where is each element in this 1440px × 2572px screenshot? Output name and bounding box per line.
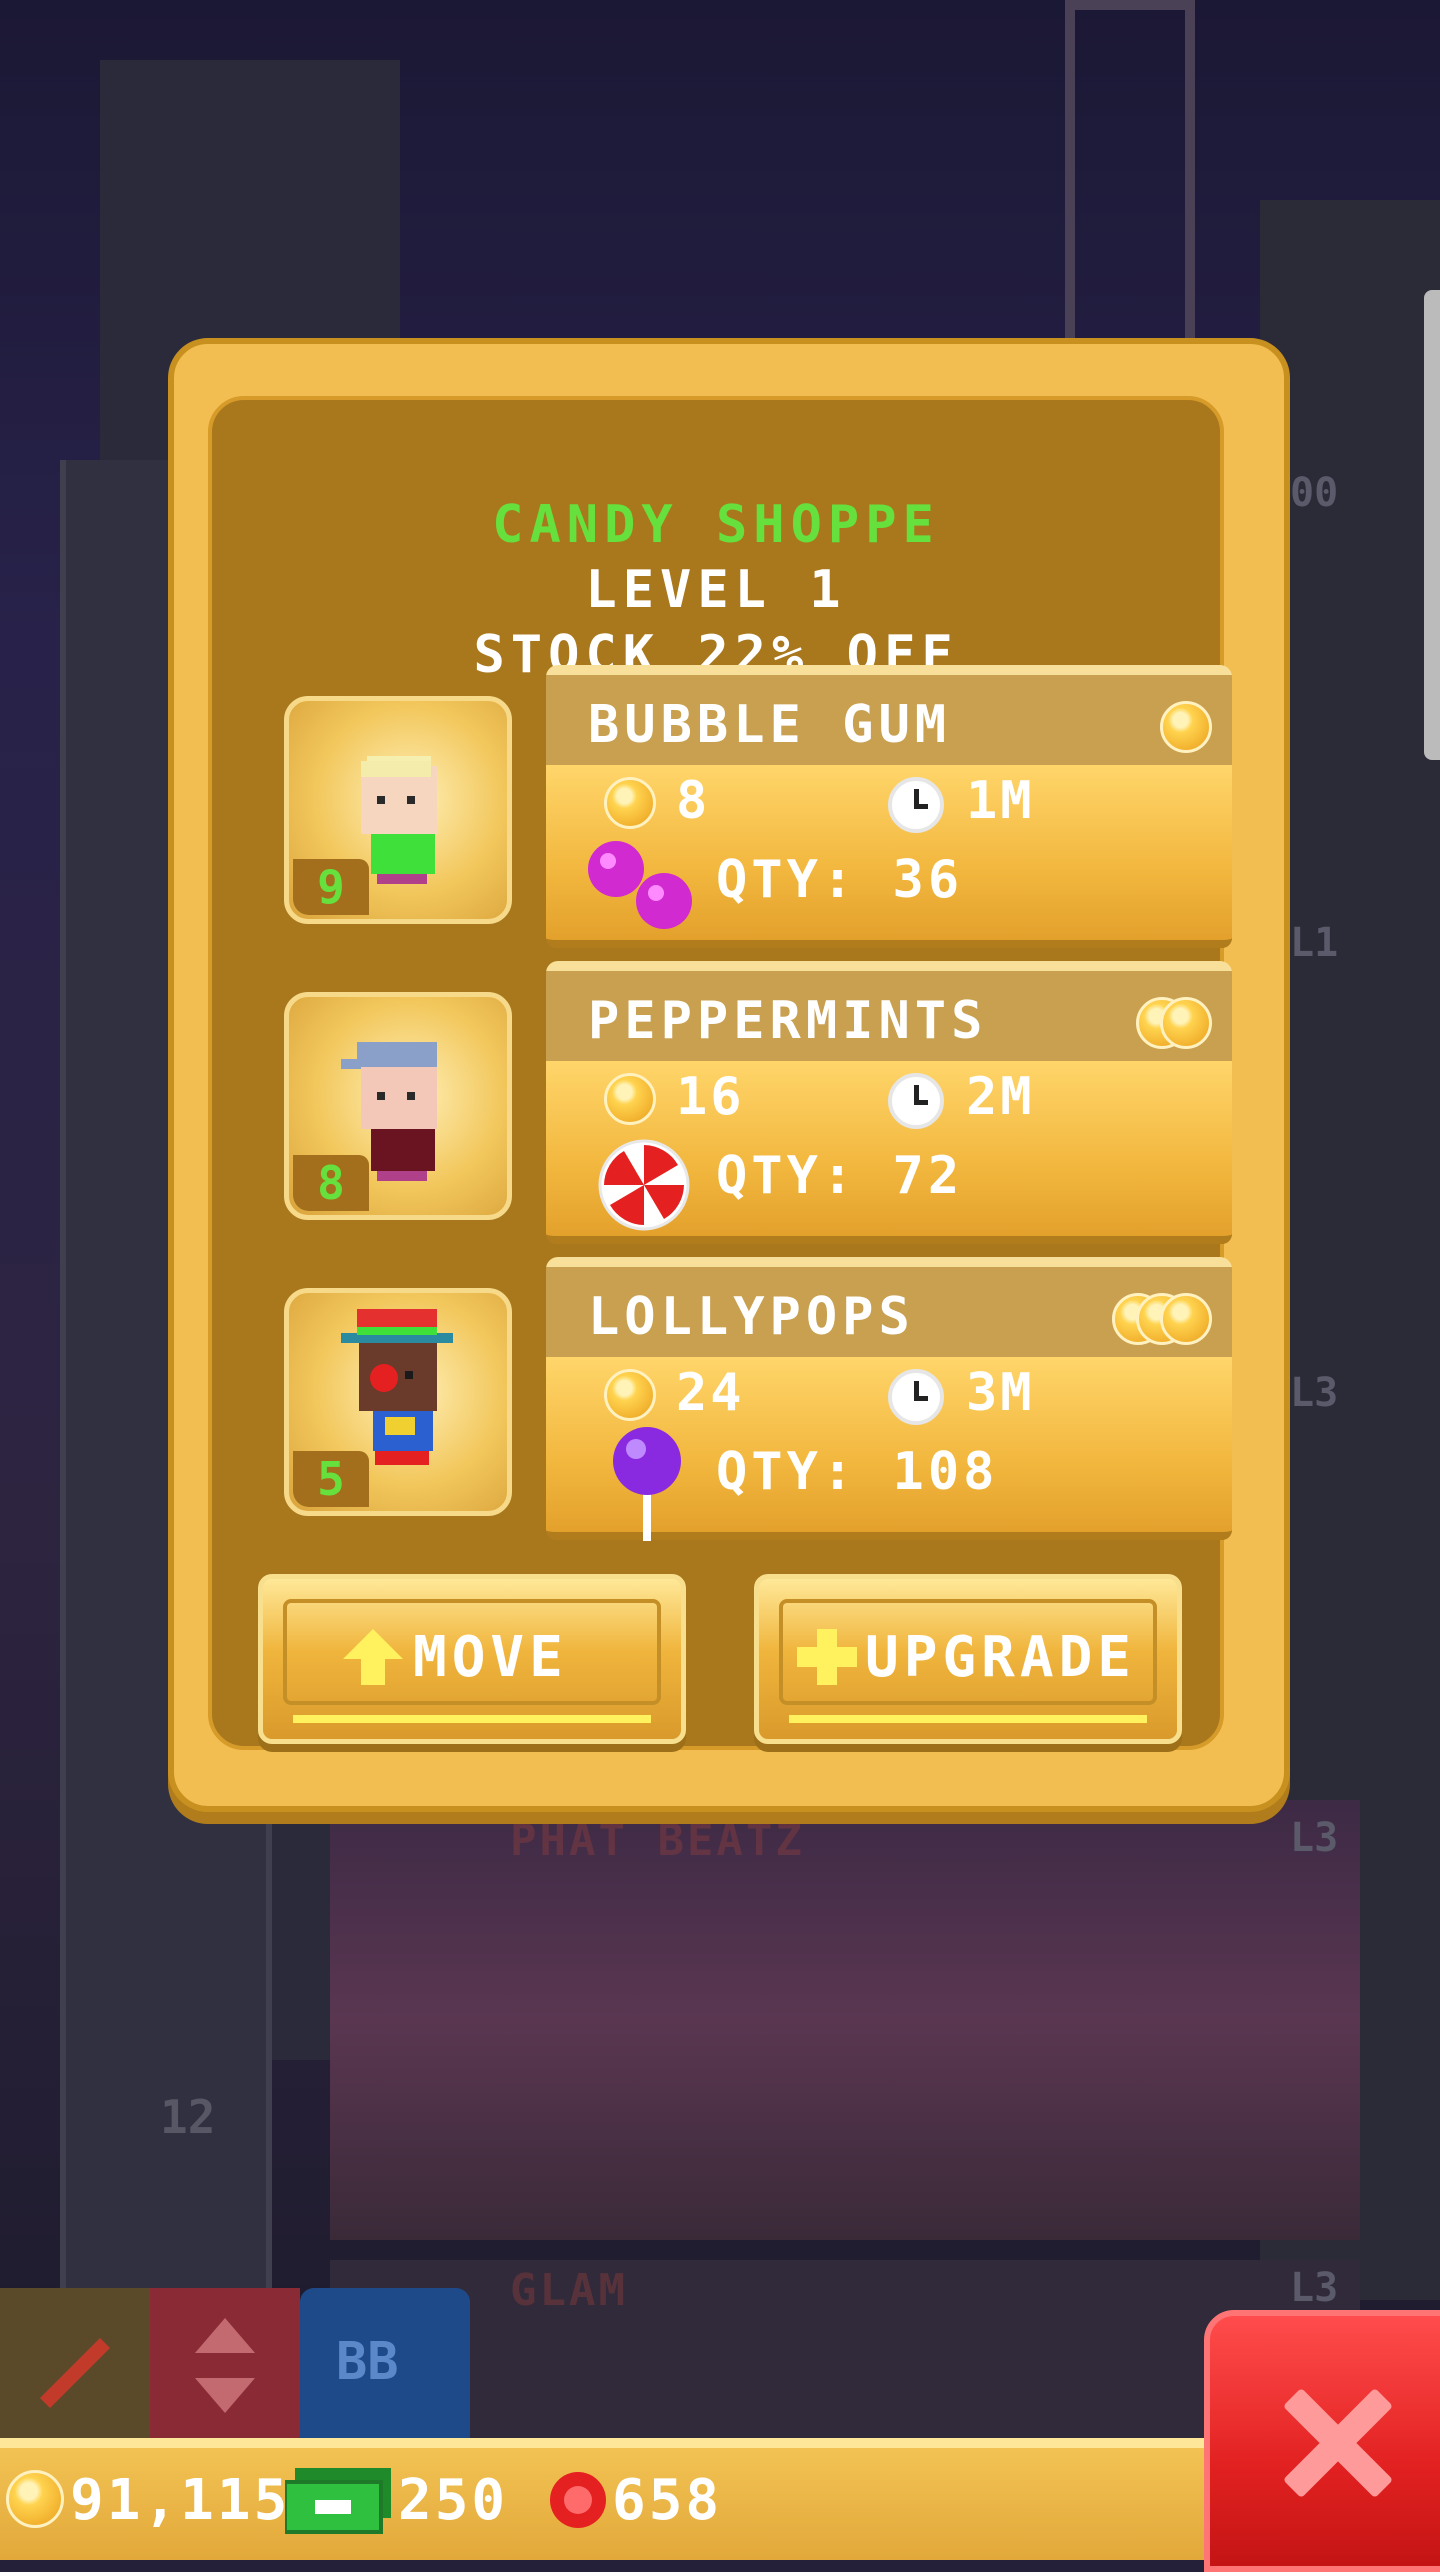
floor-number-12: 12 xyxy=(160,2090,216,2144)
coin-balance: 91,115 xyxy=(70,2468,291,2533)
elevator-tool-button[interactable] xyxy=(150,2288,300,2438)
coin-icon xyxy=(604,1073,656,1125)
worker-slot[interactable]: 5 xyxy=(284,1288,512,1516)
coin-icon xyxy=(6,2470,64,2528)
stock-item-header: BUBBLE GUM xyxy=(546,665,1232,765)
bux-balance: 250 xyxy=(398,2468,509,2533)
move-button-label: MOVE xyxy=(413,1625,568,1690)
stock-item-price: 24 xyxy=(676,1363,745,1423)
coin-icon xyxy=(604,1369,656,1421)
coin-icon xyxy=(604,777,656,829)
bux-icon xyxy=(285,2468,391,2534)
stock-item-price: 8 xyxy=(676,771,711,831)
upgrade-button[interactable]: UPGRADE xyxy=(754,1574,1182,1744)
stock-item-name: PEPPERMINTS xyxy=(588,991,988,1051)
token-icon xyxy=(550,2472,606,2528)
bitbook-tool-button[interactable]: BB xyxy=(300,2288,470,2438)
stock-item-header: PEPPERMINTS xyxy=(546,961,1232,1061)
background-side-handle xyxy=(1424,290,1440,760)
move-button-bar xyxy=(293,1715,651,1723)
floor-tag-l3: L3 xyxy=(1290,1370,1339,1416)
stock-item-quantity: QTY: 108 xyxy=(716,1442,999,1502)
upgrade-button-bar xyxy=(789,1715,1147,1723)
shop-title: CANDY SHOPPE xyxy=(492,495,940,555)
lollipop-icon xyxy=(613,1427,681,1541)
floor-tag-l3: L3 xyxy=(1290,2265,1339,2311)
arrow-up-icon xyxy=(343,1629,403,1685)
stock-item-card[interactable]: LOLLYPOPS 24 3M QTY: 108 xyxy=(546,1257,1232,1542)
rocket-tool-button[interactable] xyxy=(0,2288,150,2438)
clock-icon xyxy=(888,777,944,833)
rocket-icon xyxy=(40,2338,110,2408)
stock-item-name: BUBBLE GUM xyxy=(588,695,952,755)
stock-item-time: 2M xyxy=(966,1067,1035,1127)
peppermint-icon xyxy=(598,1139,690,1231)
clock-icon xyxy=(888,1369,944,1425)
floor-name-glam: GLAM xyxy=(510,2265,628,2316)
stock-item-body: 8 1M QTY: 36 xyxy=(546,765,1232,948)
token-balance: 658 xyxy=(612,2468,723,2533)
stock-item-body: 16 2M QTY: 72 xyxy=(546,1061,1232,1244)
move-button[interactable]: MOVE xyxy=(258,1574,686,1744)
stock-item-price: 16 xyxy=(676,1067,745,1127)
shop-dialog-panel: CANDY SHOPPE LEVEL 1 STOCK 22% OFF 9 8 5… xyxy=(208,396,1232,1750)
worker-level-badge: 5 xyxy=(293,1451,369,1507)
floor-tag-00: 00 xyxy=(1290,470,1339,516)
tier-coin-icon xyxy=(1160,997,1212,1049)
worker-level-badge: 8 xyxy=(293,1155,369,1211)
stock-item-quantity: QTY: 36 xyxy=(716,850,964,910)
background-crane xyxy=(1065,0,1195,360)
bitbook-label: BB xyxy=(336,2332,399,2392)
stock-item-name: LOLLYPOPS xyxy=(588,1287,915,1347)
floor-name-phat-beatz: PHAT BEATZ xyxy=(510,1815,805,1866)
shop-dialog: CANDY SHOPPE LEVEL 1 STOCK 22% OFF 9 8 5… xyxy=(168,338,1290,1812)
upgrade-button-label: UPGRADE xyxy=(865,1625,1137,1690)
worker-slot[interactable]: 8 xyxy=(284,992,512,1220)
elevator-arrows-icon xyxy=(195,2318,255,2413)
stock-item-body: 24 3M QTY: 108 xyxy=(546,1357,1232,1541)
close-button[interactable] xyxy=(1204,2310,1440,2572)
background-floor-room xyxy=(330,1800,1360,2240)
close-icon xyxy=(1280,2386,1390,2496)
clock-icon xyxy=(888,1073,944,1129)
worker-slot[interactable]: 9 xyxy=(284,696,512,924)
floor-tag-l3: L3 xyxy=(1290,1815,1339,1861)
stock-item-quantity: QTY: 72 xyxy=(716,1146,964,1206)
stock-item-card[interactable]: BUBBLE GUM 8 1M QTY: 36 xyxy=(546,665,1232,950)
worker-level-badge: 9 xyxy=(293,859,369,915)
tier-coin-icon xyxy=(1160,1293,1212,1345)
stock-item-time: 1M xyxy=(966,771,1035,831)
plus-icon xyxy=(797,1629,857,1685)
stock-item-header: LOLLYPOPS xyxy=(546,1257,1232,1357)
tier-coin-icon xyxy=(1160,701,1212,753)
bubble-gum-icon xyxy=(588,841,692,929)
floor-tag-l1: L1 xyxy=(1290,920,1339,966)
stock-item-card[interactable]: PEPPERMINTS 16 2M QTY: 72 xyxy=(546,961,1232,1246)
shop-level: LEVEL 1 xyxy=(585,560,847,620)
stock-item-time: 3M xyxy=(966,1363,1035,1423)
